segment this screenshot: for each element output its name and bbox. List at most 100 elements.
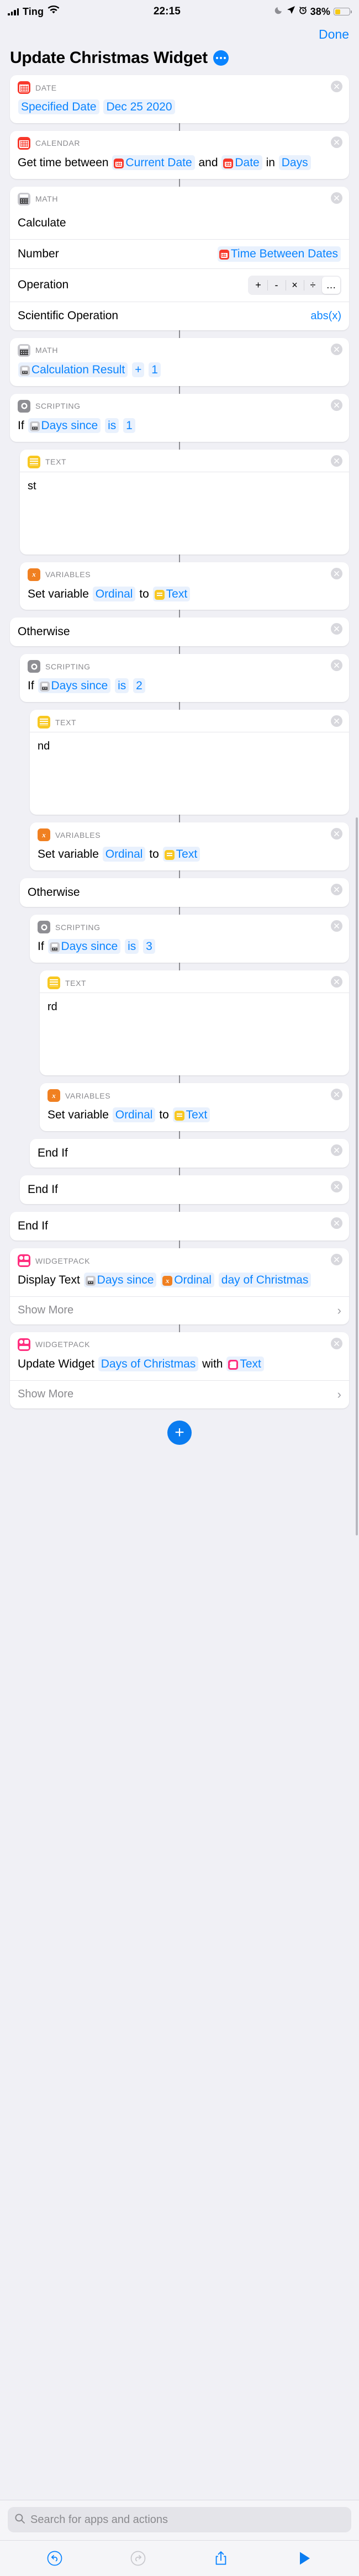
action-parameter[interactable]: Specified Date: [18, 99, 99, 114]
parameter-variable-token[interactable]: Time Between Dates: [217, 246, 341, 262]
action-card[interactable]: TEXT rd: [40, 970, 349, 1076]
action-variable-token[interactable]: Days since: [47, 939, 121, 954]
action-card[interactable]: MATH Calculate Number Time Between Dates Ope…: [10, 186, 349, 330]
action-card[interactable]: CALENDAR Get time between Current Date an…: [10, 130, 349, 179]
action-variable-token[interactable]: Date: [221, 155, 262, 170]
action-card[interactable]: x VARIABLES Set variable Ordinal to Text: [30, 822, 349, 871]
search-input[interactable]: Search for apps and actions: [8, 2507, 351, 2532]
close-action-button[interactable]: [331, 81, 342, 92]
scrollbar-thumb[interactable]: [356, 817, 358, 1535]
done-button[interactable]: Done: [319, 27, 349, 42]
show-more-button[interactable]: Show More ›: [10, 1296, 349, 1324]
action-word: Get time between: [18, 156, 112, 169]
play-icon[interactable]: [293, 2547, 315, 2569]
action-parameter[interactable]: +: [132, 362, 145, 377]
operation-option[interactable]: +: [249, 277, 267, 294]
undo-icon[interactable]: [44, 2547, 66, 2569]
action-parameter[interactable]: day of Christmas: [218, 1273, 312, 1288]
action-parameter[interactable]: is: [105, 418, 119, 433]
action-parameter[interactable]: Ordinal: [112, 1107, 156, 1123]
close-action-button[interactable]: [331, 659, 342, 672]
close-action-button[interactable]: [331, 715, 342, 727]
action-card[interactable]: End If: [20, 1175, 349, 1205]
action-card[interactable]: SCRIPTING If Days since is 3: [30, 915, 349, 963]
calculator-icon: [20, 365, 30, 376]
action-variable-token[interactable]: Text: [226, 1356, 264, 1371]
action-card[interactable]: SCRIPTING If Days since is 1: [10, 393, 349, 442]
action-card[interactable]: SCRIPTING If Days since is 2: [20, 654, 349, 703]
action-variable-token[interactable]: Current Date: [112, 155, 195, 170]
action-parameter[interactable]: 3: [143, 939, 155, 954]
action-parameter[interactable]: 2: [133, 678, 145, 694]
close-action-button[interactable]: [331, 1337, 342, 1349]
action-card[interactable]: TEXT st: [20, 449, 349, 555]
action-variable-token[interactable]: Text: [152, 586, 191, 601]
operation-segmented-control[interactable]: + - × ÷…: [248, 275, 341, 295]
action-parameter[interactable]: Days: [278, 155, 311, 170]
close-action-button[interactable]: [331, 136, 342, 148]
action-variable-label: Calculation Result: [31, 363, 125, 376]
action-parameter[interactable]: Dec 25 2020: [103, 99, 175, 114]
action-parameter[interactable]: 1: [123, 418, 135, 433]
close-action-button[interactable]: [331, 399, 342, 411]
action-connector: [179, 1131, 180, 1139]
close-action-button[interactable]: [331, 567, 342, 579]
share-icon[interactable]: [210, 2547, 232, 2569]
action-parameter[interactable]: is: [115, 678, 129, 694]
action-card[interactable]: WIDGETPACK Display Text Days since x Ordin…: [10, 1248, 349, 1324]
action-card[interactable]: Otherwise: [20, 878, 349, 907]
action-variable-token[interactable]: Days since: [38, 678, 111, 694]
text-action-input[interactable]: st: [20, 471, 349, 555]
close-action-button[interactable]: [331, 192, 342, 204]
close-action-button[interactable]: [331, 976, 342, 988]
action-word: Set variable: [38, 848, 102, 861]
action-card[interactable]: x VARIABLES Set variable Ordinal to Text: [20, 562, 349, 610]
action-variable-token[interactable]: Days since: [83, 1273, 157, 1288]
add-action-button[interactable]: +: [167, 1420, 192, 1445]
close-action-button[interactable]: [331, 1144, 342, 1157]
operation-option[interactable]: ×: [286, 277, 304, 294]
close-action-button[interactable]: [331, 1217, 342, 1229]
show-more-button[interactable]: Show More ›: [10, 1380, 349, 1408]
action-parameter[interactable]: Days of Christmas: [98, 1356, 199, 1371]
action-variable-token[interactable]: x Ordinal: [161, 1273, 214, 1288]
close-action-button[interactable]: [331, 343, 342, 355]
action-parameter[interactable]: 1: [149, 362, 161, 377]
action-variable-token[interactable]: Days since: [28, 418, 101, 433]
parameter-row[interactable]: Scientific Operation abs(x): [10, 301, 349, 330]
redo-icon[interactable]: [127, 2547, 149, 2569]
operation-option[interactable]: …: [322, 276, 340, 294]
action-variable-token[interactable]: Calculation Result: [18, 362, 128, 377]
action-variable-token[interactable]: Text: [172, 1107, 210, 1123]
parameter-row[interactable]: Operation + - × ÷…: [10, 268, 349, 302]
action-variable-token[interactable]: Text: [162, 847, 200, 862]
text-action-input[interactable]: rd: [40, 993, 349, 1075]
close-action-button[interactable]: [331, 1089, 342, 1101]
close-action-button[interactable]: [331, 920, 342, 932]
close-action-button[interactable]: [331, 1254, 342, 1266]
variable-x-icon: x: [162, 1276, 173, 1286]
parameter-value[interactable]: abs(x): [310, 310, 341, 323]
close-action-button[interactable]: [331, 1181, 342, 1193]
moon-icon: [274, 6, 283, 18]
action-card[interactable]: WIDGETPACK Update Widget Days of Christma…: [10, 1332, 349, 1408]
action-card[interactable]: End If: [30, 1139, 349, 1168]
close-action-button[interactable]: [331, 455, 342, 467]
action-card[interactable]: Otherwise: [10, 617, 349, 647]
action-parameter[interactable]: Ordinal: [92, 586, 136, 601]
action-category-label: TEXT: [65, 978, 87, 988]
action-parameter[interactable]: is: [125, 939, 139, 954]
action-card[interactable]: MATH Calculation Result + 1: [10, 337, 349, 386]
parameter-row[interactable]: Number Time Between Dates: [10, 239, 349, 268]
text-action-input[interactable]: nd: [30, 732, 349, 815]
action-card[interactable]: TEXT nd: [30, 710, 349, 815]
action-card[interactable]: x VARIABLES Set variable Ordinal to Text: [40, 1083, 349, 1132]
operation-option[interactable]: ÷: [304, 277, 322, 294]
operation-option[interactable]: -: [267, 277, 286, 294]
close-action-button[interactable]: [331, 828, 342, 840]
carrier-label: Ting: [23, 6, 44, 17]
action-card[interactable]: End If: [10, 1212, 349, 1241]
more-options-button[interactable]: [213, 50, 229, 66]
action-parameter[interactable]: Ordinal: [102, 847, 146, 862]
action-card[interactable]: DATE Specified Date Dec 25 2020: [10, 75, 349, 123]
